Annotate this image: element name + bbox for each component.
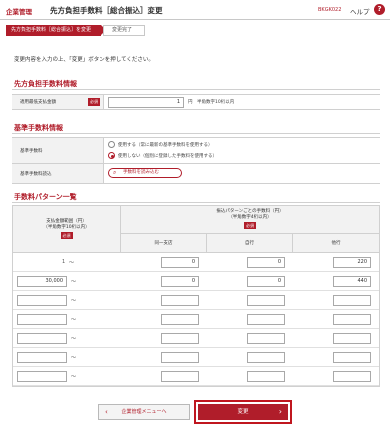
- base-fee-form: 基準手数料 使用する（常に最新の基準手数料を使用する） 使用しない（個別に登録し…: [12, 137, 380, 184]
- chevron-left-icon: ‹: [105, 408, 108, 416]
- fee-other-bank-input[interactable]: 220: [333, 257, 371, 268]
- load-fee-button[interactable]: ⌕ 手数料を読み込む: [108, 168, 182, 178]
- help-link[interactable]: ヘルプ: [350, 6, 370, 16]
- submit-button-label: 変更: [237, 409, 249, 415]
- radio-use[interactable]: [108, 141, 115, 148]
- min-amount-input[interactable]: 1: [108, 97, 184, 108]
- base-fee-label: 基準手数料: [12, 138, 104, 163]
- amount-from-input[interactable]: [17, 352, 67, 363]
- step-current: 先方負担手数料［総合振込］を変更: [6, 25, 106, 36]
- col-header-same-branch: 同一支店: [121, 234, 207, 253]
- range-separator: ～: [69, 260, 75, 266]
- fee-other-bank-input[interactable]: 440: [333, 276, 371, 287]
- amount-from-text: 1: [62, 259, 66, 265]
- range-separator: ～: [71, 336, 77, 342]
- col-header-pattern: 振込パターンごとの手数料（円） （半角数字4桁以内） 必須: [121, 206, 379, 234]
- range-separator: ～: [71, 298, 77, 304]
- required-badge: 必須: [88, 98, 100, 106]
- range-separator: ～: [71, 374, 77, 380]
- range-separator: ～: [71, 355, 77, 361]
- screen-code: BKGK022: [318, 7, 342, 13]
- amount-from-input[interactable]: [17, 333, 67, 344]
- table-row: ～: [13, 329, 379, 348]
- table-row: 1 ～ 0 0 220: [13, 253, 379, 272]
- fee-same-branch-input[interactable]: [161, 371, 199, 382]
- divider: [12, 89, 380, 90]
- base-fee-load-row: 基準手数料読込 ⌕ 手数料を読み込む: [12, 164, 380, 184]
- fee-same-branch-input[interactable]: 0: [161, 276, 199, 287]
- table-row: 30,000 ～ 0 0 440: [13, 272, 379, 291]
- top-bar: 企業管理 先方負担手数料［総合振込］変更 BKGK022 ヘルプ ?: [0, 0, 390, 20]
- fee-same-branch-input[interactable]: [161, 352, 199, 363]
- step-indicator: 先方負担手数料［総合振込］を変更 変更完了: [6, 25, 166, 36]
- fee-other-bank-input[interactable]: [333, 371, 371, 382]
- radio-use-label[interactable]: 使用する（常に最新の基準手数料を使用する）: [118, 142, 213, 148]
- col-amount-hint: （半角数字10桁以内）: [43, 225, 90, 230]
- required-badge: 必須: [244, 222, 256, 229]
- base-fee-load-label: 基準手数料読込: [12, 164, 104, 183]
- fee-same-branch-input[interactable]: [161, 333, 199, 344]
- back-button-label: 企業管理メニューへ: [121, 409, 167, 415]
- fee-same-bank-input[interactable]: [247, 352, 285, 363]
- step-next: 変更完了: [103, 25, 145, 36]
- table-row: ～: [13, 367, 379, 386]
- fee-same-branch-input[interactable]: [161, 295, 199, 306]
- col-header-other-bank: 他行: [293, 234, 379, 253]
- section-title-base-fee: 基準手数料情報: [14, 124, 63, 132]
- submit-button[interactable]: 変更 ›: [198, 404, 288, 420]
- fee-other-bank-input[interactable]: [333, 333, 371, 344]
- min-amount-label: 適用最低支払金額 必須: [12, 95, 104, 109]
- col-header-same-bank: 自行: [207, 234, 293, 253]
- range-separator: ～: [71, 279, 77, 285]
- radio-not-use-label[interactable]: 使用しない（個別に登録した手数料を使用する）: [118, 153, 217, 159]
- amount-from-input[interactable]: [17, 295, 67, 306]
- fee-same-bank-input[interactable]: [247, 314, 285, 325]
- fee-other-bank-input[interactable]: [333, 352, 371, 363]
- chevron-right-icon: ›: [278, 407, 282, 416]
- col-pattern-hint: （半角数字4桁以内）: [228, 215, 272, 220]
- load-fee-button-label: 手数料を読み込む: [123, 170, 159, 175]
- min-amount-hint: 円 半角数字10桁以内: [188, 100, 235, 105]
- help-icon[interactable]: ?: [374, 4, 385, 15]
- table-row: ～: [13, 348, 379, 367]
- fee-other-bank-input[interactable]: [333, 314, 371, 325]
- page-title: 先方負担手数料［総合振込］変更: [50, 6, 163, 15]
- section-name: 企業管理: [6, 8, 32, 16]
- fee-pattern-table: 支払金額範囲（円） （半角数字10桁以内） 必須 振込パターンごとの手数料（円）…: [12, 205, 380, 387]
- back-to-menu-button[interactable]: ‹ 企業管理メニューへ: [98, 404, 190, 420]
- min-amount-row: 適用最低支払金額 必須 1 円 半角数字10桁以内: [12, 95, 380, 110]
- sender-fee-form: 適用最低支払金額 必須 1 円 半角数字10桁以内: [12, 94, 380, 110]
- table-row: ～: [13, 291, 379, 310]
- amount-from-input[interactable]: 30,000: [17, 276, 67, 287]
- section-title-fee-table: 手数料パターン一覧: [14, 193, 77, 201]
- range-separator: ～: [71, 317, 77, 323]
- col-header-amount: 支払金額範囲（円） （半角数字10桁以内） 必須: [13, 206, 121, 253]
- fee-same-bank-input[interactable]: [247, 333, 285, 344]
- fee-other-bank-input[interactable]: [333, 295, 371, 306]
- fee-same-bank-input[interactable]: 0: [247, 276, 285, 287]
- divider: [12, 133, 380, 134]
- fee-same-bank-input[interactable]: [247, 295, 285, 306]
- fee-same-bank-input[interactable]: [247, 371, 285, 382]
- table-row: ～: [13, 310, 379, 329]
- search-icon: ⌕: [113, 169, 117, 176]
- amount-from-input[interactable]: [17, 314, 67, 325]
- fee-same-branch-input[interactable]: 0: [161, 257, 199, 268]
- submit-highlight: 変更 ›: [194, 400, 292, 424]
- required-badge: 必須: [60, 232, 73, 239]
- min-amount-label-text: 適用最低支払金額: [20, 100, 56, 105]
- section-title-sender-fee: 先方負担手数料情報: [14, 80, 77, 88]
- divider: [12, 202, 380, 203]
- intro-text: 変更内容を入力の上、「変更」ボタンを押してください。: [14, 57, 154, 63]
- fee-same-bank-input[interactable]: 0: [247, 257, 285, 268]
- fee-same-branch-input[interactable]: [161, 314, 199, 325]
- radio-not-use[interactable]: [108, 152, 115, 159]
- base-fee-row: 基準手数料 使用する（常に最新の基準手数料を使用する） 使用しない（個別に登録し…: [12, 138, 380, 164]
- amount-from-input[interactable]: [17, 371, 67, 382]
